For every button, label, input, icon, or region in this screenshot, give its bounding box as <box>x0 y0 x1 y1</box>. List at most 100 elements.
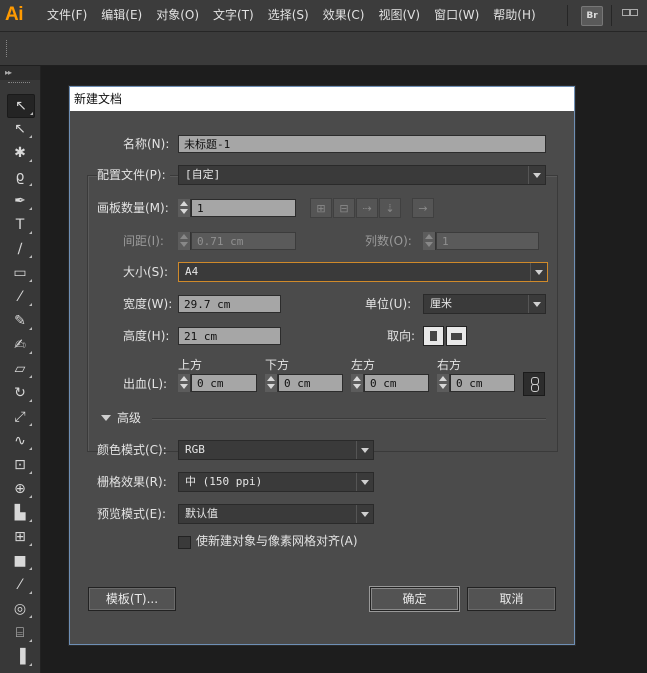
pencil-tool-icon[interactable]: ✎ <box>7 310 33 332</box>
spacing-label: 间距(I): <box>123 234 164 248</box>
menu-item[interactable]: 文字(T) <box>206 0 261 31</box>
ok-button[interactable]: 确定 <box>370 587 459 611</box>
artboards-spinner[interactable] <box>178 199 191 217</box>
bleed-right-input[interactable]: 0 cm <box>450 374 515 392</box>
new-document-dialog: 新建文档 名称(N): 未标题-1 配置文件(P): [自定] 画板数量(M):… <box>69 86 575 645</box>
spacing-spinner <box>178 232 191 250</box>
profile-label: 配置文件(P): <box>97 166 170 184</box>
workspace-layout-icon[interactable] <box>620 6 638 24</box>
warp-tool-icon[interactable]: ∿ <box>7 430 33 452</box>
control-bar-grip[interactable] <box>6 40 9 57</box>
menu-item[interactable]: 文件(F) <box>40 0 94 31</box>
bleed-left-input[interactable]: 0 cm <box>364 374 429 392</box>
selection-tool-icon[interactable]: ↖ <box>7 94 35 118</box>
name-label: 名称(N): <box>123 137 170 151</box>
paintbrush-tool-icon[interactable]: ⁄ <box>7 286 33 308</box>
preview-mode-select[interactable]: 默认值 <box>178 504 374 524</box>
line-tool-icon[interactable]: ∕ <box>7 238 33 260</box>
bleed-top-spinner[interactable] <box>178 374 191 392</box>
units-select[interactable]: 厘米 <box>423 294 546 314</box>
columns-spinner <box>423 232 436 250</box>
layout-direction-icon[interactable]: → <box>412 198 434 218</box>
name-input[interactable]: 未标题-1 <box>178 135 546 153</box>
profile-select[interactable]: [自定] <box>178 165 546 185</box>
menu-item[interactable]: 对象(O) <box>149 0 206 31</box>
units-value: 厘米 <box>430 297 452 310</box>
eyedropper-tool-icon[interactable]: ⁄ <box>7 574 33 596</box>
control-bar <box>0 32 647 66</box>
tools-panel-grip[interactable] <box>8 82 30 85</box>
symbol-sprayer-tool-icon[interactable]: ⌸ <box>7 622 33 644</box>
bridge-button[interactable]: Br <box>581 6 603 26</box>
menu-item[interactable]: 选择(S) <box>261 0 316 31</box>
color-mode-label: 颜色模式(C): <box>97 443 167 457</box>
eraser-tool-icon[interactable]: ▱ <box>7 358 33 380</box>
align-pixel-grid-label[interactable]: 使新建对象与像素网格对齐(A) <box>196 532 358 550</box>
raster-effects-label: 栅格效果(R): <box>97 475 167 489</box>
mesh-tool-icon[interactable]: ⊞ <box>7 526 33 548</box>
free-transform-tool-icon[interactable]: ⊡ <box>7 454 33 476</box>
advanced-toggle[interactable]: 高级 <box>117 409 141 427</box>
blend-tool-icon[interactable]: ◎ <box>7 598 33 620</box>
bleed-top-input[interactable]: 0 cm <box>191 374 257 392</box>
bleed-left-label: 左方 <box>351 358 376 372</box>
column-graph-tool-icon[interactable]: ▐ <box>7 646 33 668</box>
bleed-bottom-input[interactable]: 0 cm <box>278 374 343 392</box>
menu-item[interactable]: 帮助(H) <box>486 0 542 31</box>
align-pixel-grid-checkbox[interactable] <box>178 536 191 549</box>
chevron-down-icon <box>528 166 545 184</box>
link-icon[interactable] <box>523 372 545 396</box>
magic-wand-tool-icon[interactable]: ✱ <box>7 142 33 164</box>
bleed-left-spinner[interactable] <box>351 374 364 392</box>
landscape-orientation-icon[interactable] <box>446 326 467 346</box>
grid-by-column-icon[interactable]: ⊟ <box>333 198 355 218</box>
color-mode-value: RGB <box>185 443 205 456</box>
rectangle-tool-icon[interactable]: ▭ <box>7 262 33 284</box>
menu-item[interactable]: 窗口(W) <box>427 0 486 31</box>
portrait-orientation-icon[interactable] <box>423 326 444 346</box>
cancel-button[interactable]: 取消 <box>467 587 556 611</box>
bleed-bottom-spinner[interactable] <box>265 374 278 392</box>
menu-item[interactable]: 视图(V) <box>371 0 427 31</box>
profile-value: [自定] <box>185 168 221 181</box>
lasso-tool-icon[interactable]: ϱ <box>7 166 33 188</box>
artboards-label: 画板数量(M): <box>97 201 169 215</box>
height-label: 高度(H): <box>123 329 170 343</box>
tools-panel-header[interactable]: ▸▸ <box>0 66 40 80</box>
artboards-input[interactable]: 1 <box>191 199 296 217</box>
templates-button[interactable]: 模板(T)... <box>88 587 176 611</box>
chevron-down-icon <box>356 505 373 523</box>
columns-input: 1 <box>436 232 539 250</box>
columns-label: 列数(O): <box>365 234 412 248</box>
blob-brush-tool-icon[interactable]: ✍ <box>7 334 33 356</box>
bleed-right-spinner[interactable] <box>437 374 450 392</box>
tools-panel: ▸▸ ↖ ↖ ✱ ϱ ✒ T ∕ ▭ ⁄ ✎ ✍ ▱ ↻ ⤢ ∿ ⊡ ⊕ ▙ ⊞ ■ ⁄ ◎ ⌸ ▐ <box>0 66 41 673</box>
chevron-down-icon <box>528 295 545 313</box>
menu-items: 文件(F) 编辑(E) 对象(O) 文字(T) 选择(S) 效果(C) 视图(V) 窗口(W)… <box>40 0 543 31</box>
menu-item[interactable]: 效果(C) <box>316 0 372 31</box>
graph-tool-icon[interactable]: ▙ <box>7 502 33 524</box>
arrange-by-column-icon[interactable]: ⇣ <box>379 198 401 218</box>
color-mode-select[interactable]: RGB <box>178 440 374 460</box>
type-tool-icon[interactable]: T <box>7 214 33 236</box>
grid-by-row-icon[interactable]: ⊞ <box>310 198 332 218</box>
rotate-tool-icon[interactable]: ↻ <box>7 382 33 404</box>
gradient-tool-icon[interactable]: ■ <box>7 550 33 572</box>
triangle-down-icon[interactable] <box>101 415 111 421</box>
arrange-by-row-icon[interactable]: ⇢ <box>356 198 378 218</box>
height-input[interactable]: 21 cm <box>178 327 281 345</box>
preview-mode-label: 预览模式(E): <box>97 507 166 521</box>
shape-builder-tool-icon[interactable]: ⊕ <box>7 478 33 500</box>
size-select[interactable]: A4 <box>178 262 548 282</box>
scale-tool-icon[interactable]: ⤢ <box>7 406 33 428</box>
menu-item[interactable]: 编辑(E) <box>94 0 149 31</box>
bleed-top-label: 上方 <box>178 358 203 372</box>
pen-tool-icon[interactable]: ✒ <box>7 190 33 212</box>
bleed-right-label: 右方 <box>437 358 462 372</box>
menu-separator <box>567 5 568 26</box>
collapse-icon[interactable]: ▸▸ <box>5 68 12 77</box>
bleed-bottom-label: 下方 <box>265 358 290 372</box>
raster-effects-select[interactable]: 中 (150 ppi) <box>178 472 374 492</box>
direct-selection-tool-icon[interactable]: ↖ <box>7 118 33 140</box>
width-input[interactable]: 29.7 cm <box>178 295 281 313</box>
